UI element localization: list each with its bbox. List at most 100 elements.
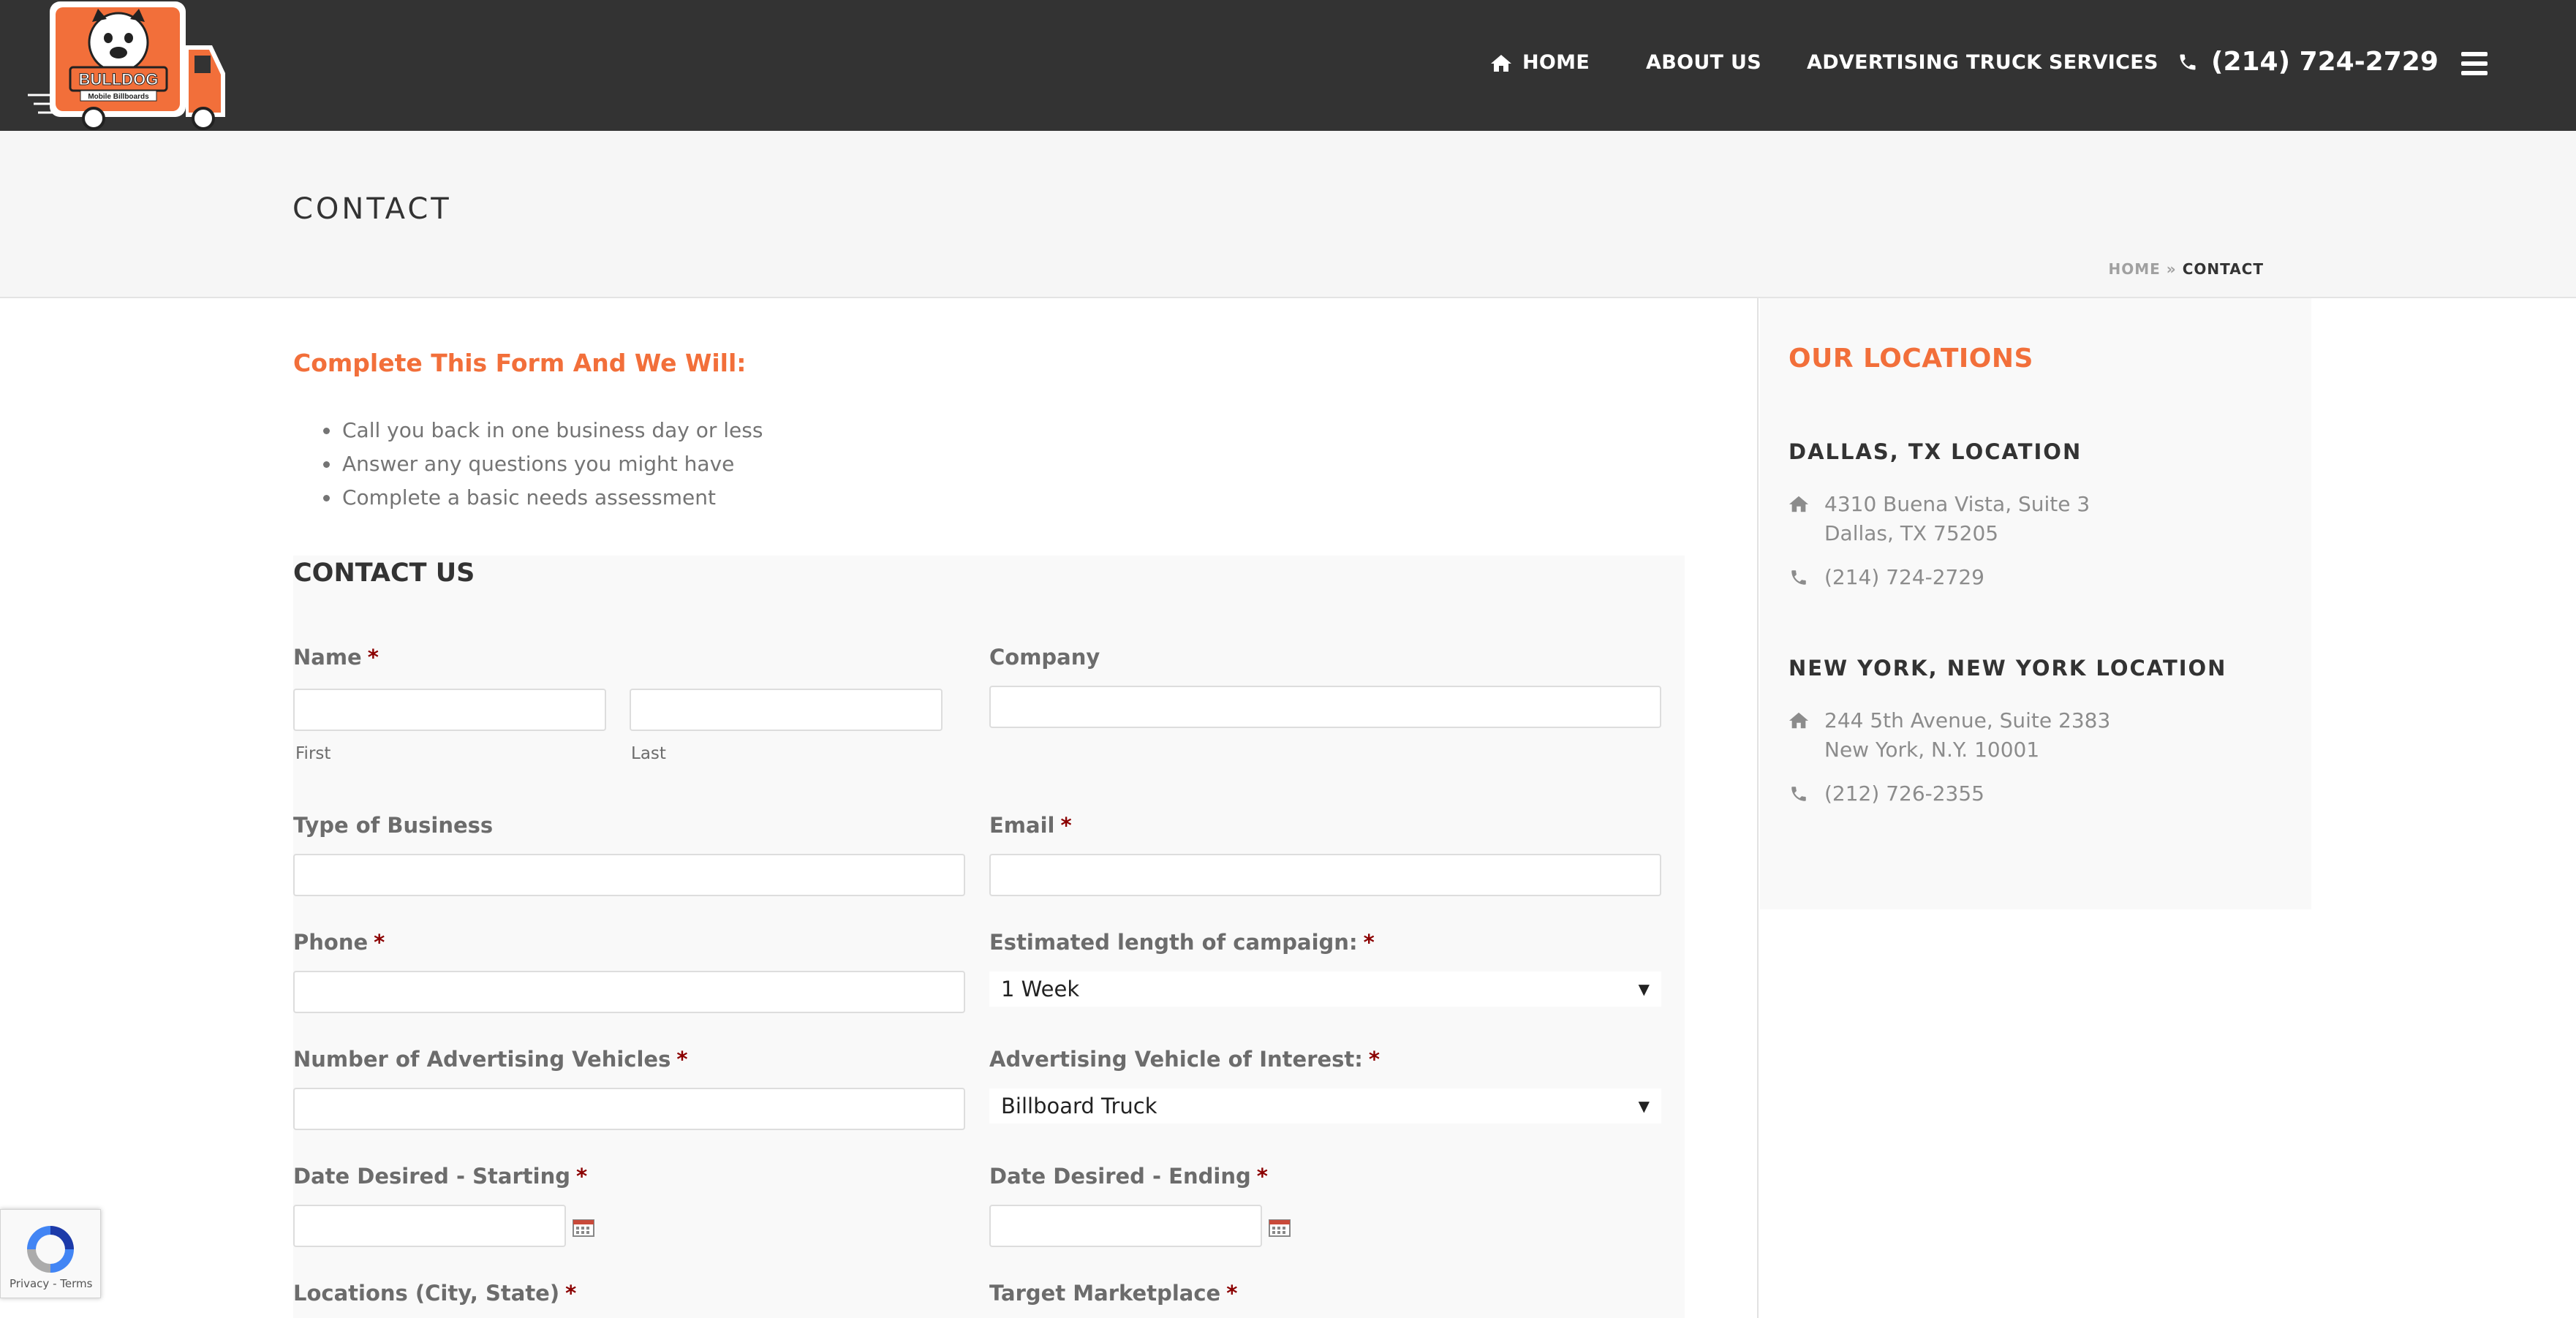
list-item: Call you back in one business day or les… — [322, 414, 763, 447]
phone-graphic — [1791, 787, 1806, 801]
location-title-dallas: DALLAS, TX LOCATION — [1789, 439, 2082, 464]
intro-heading: Complete This Form And We Will: — [293, 349, 747, 377]
nav-advertising-truck-services[interactable]: ADVERTISING TRUCK SERVICES — [1807, 51, 2158, 74]
page-title: CONTACT — [292, 192, 452, 226]
home-graphic — [1789, 712, 1809, 729]
dallas-address-line2: Dallas, TX 75205 — [1824, 521, 1999, 545]
campaign-length-select[interactable]: 1 Week ▼ — [989, 972, 1661, 1007]
date-end-label: Date Desired - Ending * — [989, 1164, 1268, 1189]
required-mark: * — [565, 1281, 577, 1306]
new-york-address-line2: New York, N.Y. 10001 — [1824, 738, 2040, 762]
sidebar-divider — [1757, 298, 1759, 1318]
dallas-address-line1: 4310 Buena Vista, Suite 3 — [1824, 492, 2090, 516]
last-name-input[interactable] — [630, 689, 943, 731]
logo-wordmark: BULLDOG — [79, 70, 159, 88]
first-name-sublabel: First — [295, 744, 331, 763]
vehicle-interest-value: Billboard Truck — [1001, 1094, 1157, 1118]
phone-label: Phone * — [293, 930, 385, 955]
campaign-length-value: 1 Week — [1001, 977, 1080, 1001]
required-mark: * — [1368, 1047, 1380, 1072]
required-mark: * — [1226, 1281, 1238, 1306]
required-mark: * — [374, 930, 385, 955]
target-marketplace-label-text: Target Marketplace — [989, 1281, 1221, 1306]
last-name-sublabel: Last — [631, 744, 666, 763]
phone-label-text: Phone — [293, 930, 369, 955]
nav-home-label: HOME — [1522, 51, 1590, 74]
new-york-phone[interactable]: (212) 726-2355 — [1824, 779, 1984, 808]
vehicle-count-input[interactable] — [293, 1088, 965, 1130]
date-end-label-text: Date Desired - Ending — [989, 1164, 1251, 1189]
bulldog-logo[interactable]: BULLDOG Mobile Billboards — [28, 0, 229, 131]
company-label: Company — [989, 645, 1100, 670]
phone-icon — [1789, 784, 1809, 803]
logo-truck-graphic: BULLDOG Mobile Billboards — [28, 1, 225, 130]
list-item: Answer any questions you might have — [322, 447, 763, 481]
required-mark: * — [1060, 813, 1072, 838]
calendar-graphic — [1269, 1219, 1291, 1237]
target-marketplace-label: Target Marketplace * — [989, 1281, 1237, 1306]
page-title-bar: CONTACT HOME » CONTACT — [0, 131, 2576, 298]
required-mark: * — [1256, 1164, 1268, 1189]
new-york-address-line1: 244 5th Avenue, Suite 2383 — [1824, 708, 2111, 732]
breadcrumb: HOME » CONTACT — [2109, 260, 2264, 278]
breadcrumb-current: CONTACT — [2182, 260, 2264, 278]
first-name-input[interactable] — [293, 689, 606, 731]
date-start-input[interactable] — [293, 1205, 566, 1247]
breadcrumb-separator: » — [2166, 260, 2177, 278]
required-mark: * — [1363, 930, 1375, 955]
recaptcha-icon — [27, 1226, 74, 1273]
recaptcha-links[interactable]: Privacy - Terms — [10, 1277, 92, 1290]
vehicle-count-label: Number of Advertising Vehicles * — [293, 1047, 688, 1072]
nav-phone-link[interactable]: (214) 724-2729 — [2177, 47, 2439, 77]
phone-icon — [2180, 54, 2196, 69]
date-end-input[interactable] — [989, 1205, 1262, 1247]
required-mark: * — [367, 645, 379, 670]
date-start-label-text: Date Desired - Starting — [293, 1164, 570, 1189]
home-graphic — [1789, 496, 1809, 512]
date-start-label: Date Desired - Starting * — [293, 1164, 587, 1189]
nav-about-us[interactable]: ABOUT US — [1646, 51, 1761, 74]
locations-sidebar — [1760, 298, 2311, 909]
phone-input[interactable] — [293, 971, 965, 1013]
calendar-icon[interactable] — [573, 1218, 594, 1237]
location-title-new-york: NEW YORK, NEW YORK LOCATION — [1789, 656, 2227, 681]
recaptcha-badge[interactable]: Privacy - Terms — [0, 1209, 101, 1298]
vehicle-interest-label-text: Advertising Vehicle of Interest: — [989, 1047, 1363, 1072]
nav-phone-number: (214) 724-2729 — [2211, 47, 2439, 77]
chevron-down-icon: ▼ — [1638, 1097, 1650, 1115]
hamburger-menu-icon[interactable] — [2461, 52, 2488, 75]
campaign-length-label-text: Estimated length of campaign: — [989, 930, 1358, 955]
logo-subtext: Mobile Billboards — [88, 93, 149, 101]
campaign-length-label: Estimated length of campaign: * — [989, 930, 1375, 955]
nav-home[interactable]: HOME — [1490, 51, 1590, 74]
name-label-text: Name — [293, 645, 362, 670]
phone-graphic — [1791, 570, 1806, 585]
company-input[interactable] — [989, 686, 1661, 728]
locations-label-text: Locations (City, State) — [293, 1281, 560, 1306]
locations-label: Locations (City, State) * — [293, 1281, 576, 1306]
business-type-input[interactable] — [293, 854, 965, 896]
home-icon — [1789, 494, 1809, 513]
intro-benefits-list: Call you back in one business day or les… — [322, 414, 763, 515]
required-mark: * — [676, 1047, 688, 1072]
vehicle-interest-label: Advertising Vehicle of Interest: * — [989, 1047, 1380, 1072]
site-header: BULLDOG Mobile Billboards HOME ABOUT US … — [0, 0, 2576, 131]
vehicle-interest-select[interactable]: Billboard Truck ▼ — [989, 1088, 1661, 1124]
name-label: Name * — [293, 645, 379, 670]
dallas-phone[interactable]: (214) 724-2729 — [1824, 563, 1984, 592]
email-label: Email * — [989, 813, 1072, 838]
home-icon — [1491, 54, 1511, 72]
breadcrumb-home-link[interactable]: HOME — [2109, 260, 2161, 278]
contact-form-title: CONTACT US — [293, 558, 475, 588]
vehicle-count-label-text: Number of Advertising Vehicles — [293, 1047, 671, 1072]
email-input[interactable] — [989, 854, 1661, 896]
required-mark: * — [576, 1164, 588, 1189]
phone-icon — [1789, 568, 1809, 587]
chevron-down-icon: ▼ — [1638, 980, 1650, 998]
calendar-graphic — [573, 1219, 594, 1237]
calendar-icon[interactable] — [1269, 1218, 1291, 1237]
business-type-label: Type of Business — [293, 813, 494, 838]
home-icon — [1789, 711, 1809, 730]
sidebar-title: OUR LOCATIONS — [1789, 344, 2033, 374]
email-label-text: Email — [989, 813, 1055, 838]
